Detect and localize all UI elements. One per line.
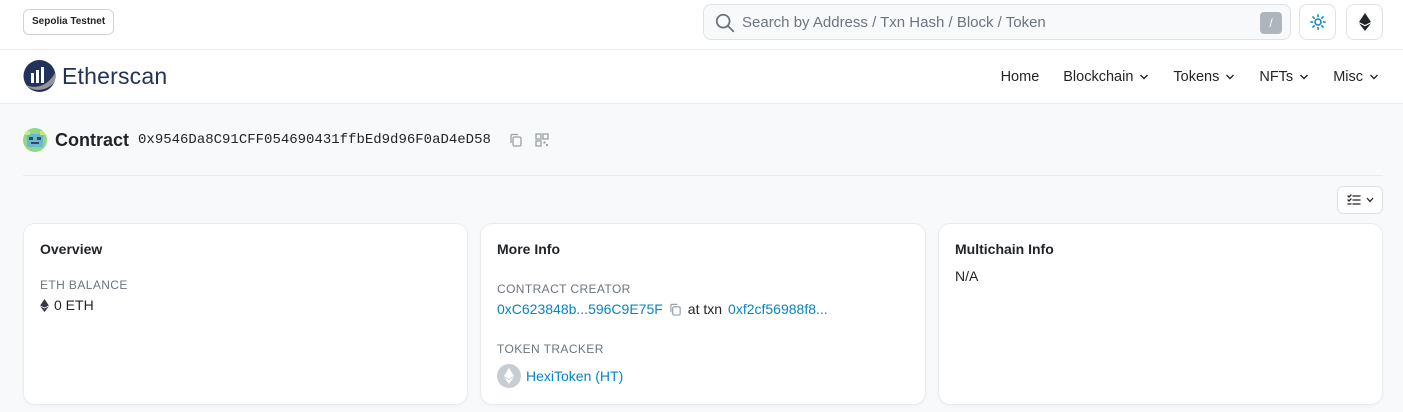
more-info-title: More Info <box>497 241 560 257</box>
theme-toggle-button[interactable] <box>1299 4 1336 40</box>
multichain-card: Multichain Info N/A <box>938 223 1383 405</box>
token-tracker-link[interactable]: HexiToken (HT) <box>526 368 623 384</box>
view-options-button[interactable] <box>1337 186 1383 214</box>
contract-address: 0x9546Da8C91CFF054690431ffbEd9d96F0aD4eD… <box>138 132 491 148</box>
ethereum-icon <box>1358 13 1371 31</box>
search-icon <box>715 13 735 33</box>
checklist-icon <box>1346 194 1361 205</box>
etherscan-logo-icon <box>23 60 56 92</box>
search-shortcut-key: / <box>1260 12 1282 34</box>
sun-icon <box>1309 14 1326 30</box>
nav-item-label: NFTs <box>1259 69 1294 85</box>
token-tracker-label: TOKEN TRACKER <box>497 342 604 356</box>
more-info-card: More Info CONTRACT CREATOR 0xC623848b...… <box>480 223 926 405</box>
contract-creator-row: 0xC623848b...596C9E75F at txn 0xf2cf5698… <box>497 301 828 317</box>
main-navbar: Etherscan Home Blockchain Tokens NFTs Misc <box>0 50 1403 104</box>
chevron-down-icon <box>1370 74 1378 80</box>
brand-name: Etherscan <box>62 62 168 89</box>
nav-item-label: Blockchain <box>1063 69 1134 85</box>
contract-avatar <box>23 128 47 152</box>
nav-item-misc[interactable]: Misc <box>1333 69 1379 85</box>
nav-item-tokens[interactable]: Tokens <box>1173 69 1235 85</box>
chevron-down-icon <box>1226 74 1235 80</box>
ethereum-icon <box>40 298 49 312</box>
multichain-title: Multichain Info <box>955 241 1054 257</box>
contract-title: Contract <box>55 129 130 150</box>
eth-balance-row: 0 ETH <box>40 297 94 313</box>
etherscan-logo[interactable]: Etherscan <box>23 59 167 93</box>
token-tracker-row: HexiToken (HT) <box>497 364 623 388</box>
token-icon <box>497 364 521 388</box>
nav-item-home[interactable]: Home <box>1001 69 1040 85</box>
chevron-down-icon <box>1366 197 1373 203</box>
contract-creator-label: CONTRACT CREATOR <box>497 282 631 296</box>
copy-icon[interactable] <box>669 303 682 316</box>
network-switch-button[interactable] <box>1346 4 1383 40</box>
overview-title: Overview <box>40 241 103 257</box>
nav-item-label: Home <box>1000 69 1040 85</box>
top-bar: Sepolia Testnet / <box>0 0 1403 50</box>
creator-address-link[interactable]: 0xC623848b...596C9E75F <box>497 301 663 317</box>
contract-header: Contract 0x9546Da8C91CFF054690431ffbEd9d… <box>23 127 549 153</box>
search-input[interactable] <box>742 5 1242 39</box>
qr-code-icon[interactable] <box>535 133 549 147</box>
multichain-value: N/A <box>955 268 979 284</box>
eth-balance-label: ETH BALANCE <box>40 278 128 292</box>
chevron-down-icon <box>1140 74 1149 80</box>
creation-txn-link[interactable]: 0xf2cf56988f8... <box>728 301 828 317</box>
nav-item-label: Tokens <box>1173 69 1220 85</box>
nav-item-nfts[interactable]: NFTs <box>1259 69 1309 85</box>
overview-card: Overview ETH BALANCE 0 ETH <box>23 223 468 405</box>
copy-icon[interactable] <box>509 133 523 147</box>
search-box[interactable]: / <box>703 4 1291 40</box>
eth-balance-value: 0 ETH <box>54 297 94 313</box>
chevron-down-icon <box>1300 74 1309 80</box>
nav-item-blockchain[interactable]: Blockchain <box>1063 69 1149 85</box>
nav-menu: Home Blockchain Tokens NFTs Misc <box>1001 50 1403 104</box>
at-txn-text: at txn <box>687 301 723 317</box>
header-divider <box>23 175 1383 176</box>
network-badge[interactable]: Sepolia Testnet <box>23 9 115 35</box>
nav-item-label: Misc <box>1333 69 1363 85</box>
